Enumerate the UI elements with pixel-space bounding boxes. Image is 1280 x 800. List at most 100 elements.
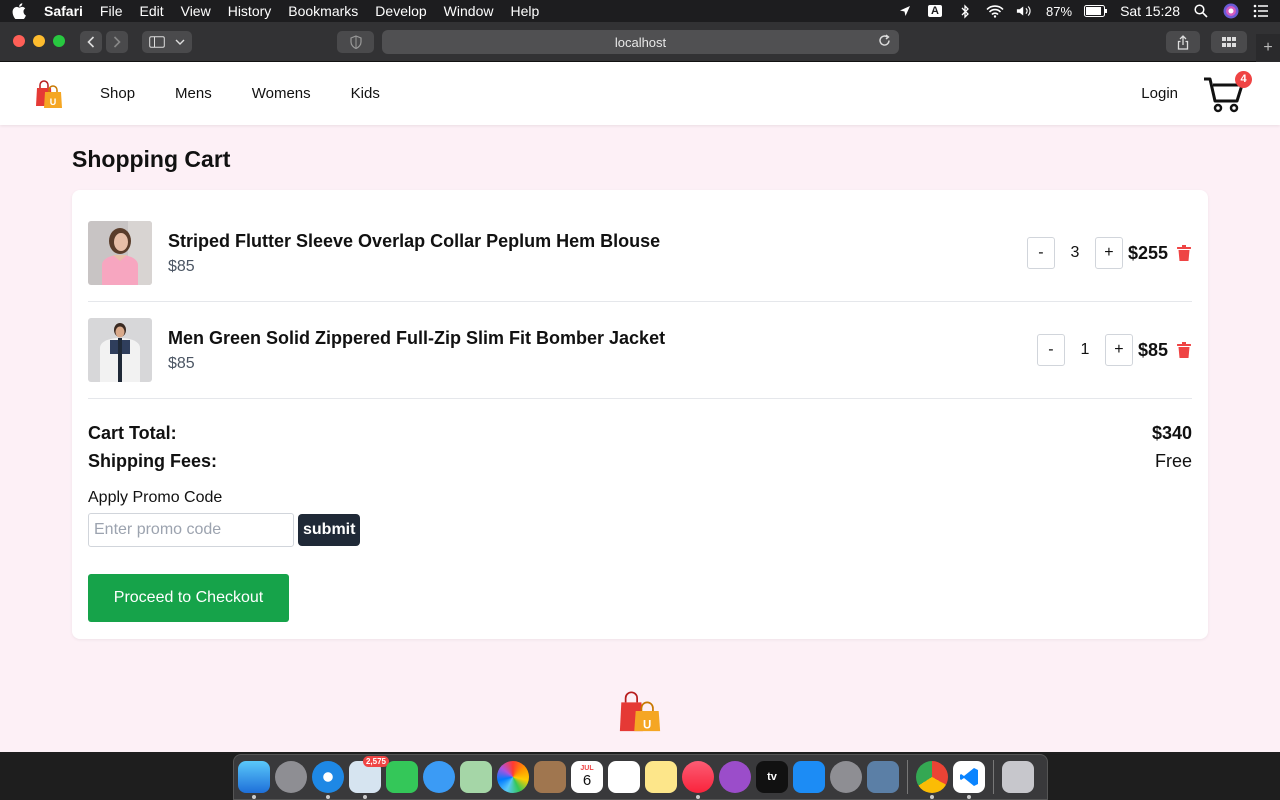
menu-history[interactable]: History bbox=[228, 3, 272, 19]
bluetooth-icon[interactable] bbox=[956, 3, 974, 19]
quantity-stepper: - 1 + bbox=[1036, 334, 1133, 366]
forward-button[interactable] bbox=[106, 31, 128, 53]
cart-count-badge: 4 bbox=[1235, 70, 1252, 88]
logo-letter: U bbox=[50, 97, 57, 107]
vscode-icon[interactable] bbox=[953, 761, 985, 799]
nav-link-shop[interactable]: Shop bbox=[100, 85, 135, 102]
increase-quantity-button[interactable]: + bbox=[1094, 237, 1123, 269]
system-preferences-icon[interactable] bbox=[830, 761, 862, 793]
product-unit-price: $85 bbox=[168, 257, 195, 275]
menu-app-name[interactable]: Safari bbox=[44, 3, 83, 19]
shopping-bags-logo-icon: U bbox=[36, 79, 62, 108]
calendar-icon[interactable]: JUL 6 bbox=[571, 761, 603, 793]
nav-link-kids[interactable]: Kids bbox=[351, 85, 380, 102]
messages-icon[interactable] bbox=[423, 761, 455, 793]
sidebar-toggle-button[interactable] bbox=[142, 31, 192, 53]
product-name[interactable]: Striped Flutter Sleeve Overlap Collar Pe… bbox=[168, 231, 1027, 252]
apple-tv-icon[interactable]: tv bbox=[756, 761, 788, 793]
tab-overview-button[interactable] bbox=[1211, 31, 1247, 53]
back-button[interactable] bbox=[80, 31, 102, 53]
menu-develop[interactable]: Develop bbox=[375, 3, 426, 19]
increase-quantity-button[interactable]: + bbox=[1104, 334, 1133, 366]
spotlight-search-icon[interactable] bbox=[1192, 3, 1210, 19]
apple-icon[interactable] bbox=[10, 3, 28, 19]
mail-badge: 2,575 bbox=[362, 756, 389, 767]
battery-icon[interactable] bbox=[1084, 3, 1108, 19]
shield-icon bbox=[349, 35, 362, 49]
menu-window[interactable]: Window bbox=[444, 3, 494, 19]
promo-submit-button[interactable]: submit bbox=[298, 514, 361, 546]
macos-dock: 2,575 JUL 6 tv bbox=[233, 754, 1048, 800]
app-store-icon[interactable] bbox=[793, 761, 825, 793]
finder-icon[interactable] bbox=[238, 761, 270, 799]
location-icon[interactable] bbox=[896, 3, 914, 19]
reload-icon[interactable] bbox=[878, 34, 891, 50]
window-close-button[interactable] bbox=[13, 35, 25, 47]
safari-toolbar: localhost + bbox=[0, 22, 1280, 62]
input-source-letter: A bbox=[928, 5, 942, 17]
site-navbar: U Shop Mens Womens Kids Login 4 bbox=[0, 62, 1280, 125]
preview-icon[interactable] bbox=[867, 761, 899, 793]
promo-code-input[interactable] bbox=[88, 513, 294, 547]
mail-icon[interactable]: 2,575 bbox=[349, 756, 389, 799]
music-icon[interactable] bbox=[682, 761, 714, 799]
cart-item: Striped Flutter Sleeve Overlap Collar Pe… bbox=[88, 205, 1192, 302]
new-tab-button[interactable]: + bbox=[1256, 34, 1280, 62]
grid-icon bbox=[1222, 37, 1236, 47]
trash-icon[interactable] bbox=[1176, 341, 1192, 359]
product-name[interactable]: Men Green Solid Zippered Full-Zip Slim F… bbox=[168, 328, 1037, 349]
menu-file[interactable]: File bbox=[100, 3, 123, 19]
shopping-bags-logo-icon: U bbox=[619, 691, 661, 731]
menu-bookmarks[interactable]: Bookmarks bbox=[288, 3, 358, 19]
dock-separator bbox=[993, 760, 994, 794]
privacy-report-button[interactable] bbox=[337, 31, 374, 53]
checkout-button[interactable]: Proceed to Checkout bbox=[88, 574, 289, 622]
footer-logo[interactable]: U bbox=[617, 688, 663, 734]
login-link[interactable]: Login bbox=[1141, 85, 1178, 102]
podcasts-icon[interactable] bbox=[719, 761, 751, 793]
share-icon bbox=[1177, 34, 1189, 50]
menubar-clock[interactable]: Sat 15:28 bbox=[1120, 3, 1180, 19]
trash-bin-icon[interactable] bbox=[1002, 761, 1034, 793]
chrome-icon[interactable] bbox=[916, 761, 948, 799]
cart-total-label: Cart Total: bbox=[88, 422, 177, 443]
contacts-icon[interactable] bbox=[534, 761, 566, 793]
chevron-left-icon bbox=[87, 36, 95, 48]
volume-icon[interactable] bbox=[1016, 3, 1034, 19]
facetime-icon[interactable] bbox=[386, 761, 418, 793]
maps-icon[interactable] bbox=[460, 761, 492, 793]
quantity-stepper: - 3 + bbox=[1026, 237, 1123, 269]
reminders-icon[interactable] bbox=[608, 761, 640, 793]
cart-total-value: $340 bbox=[1151, 422, 1192, 443]
blouse-product-icon bbox=[88, 221, 152, 285]
address-bar[interactable]: localhost bbox=[382, 30, 899, 54]
launchpad-icon[interactable] bbox=[275, 761, 307, 793]
menu-help[interactable]: Help bbox=[510, 3, 539, 19]
shipping-fees-label: Shipping Fees: bbox=[88, 450, 218, 471]
photos-icon[interactable] bbox=[497, 761, 529, 793]
control-center-icon[interactable] bbox=[1252, 3, 1270, 19]
siri-icon[interactable] bbox=[1222, 3, 1240, 19]
notes-icon[interactable] bbox=[645, 761, 677, 793]
decrease-quantity-button[interactable]: - bbox=[1026, 237, 1055, 269]
nav-link-womens[interactable]: Womens bbox=[252, 85, 311, 102]
share-button[interactable] bbox=[1166, 31, 1200, 53]
menu-view[interactable]: View bbox=[181, 3, 211, 19]
cart-button[interactable]: 4 bbox=[1202, 70, 1252, 114]
cart-card: Striped Flutter Sleeve Overlap Collar Pe… bbox=[72, 190, 1208, 639]
safari-icon[interactable] bbox=[312, 761, 344, 799]
cart-item: Men Green Solid Zippered Full-Zip Slim F… bbox=[88, 302, 1192, 399]
menu-edit[interactable]: Edit bbox=[139, 3, 163, 19]
product-image[interactable] bbox=[88, 221, 152, 285]
wifi-icon[interactable] bbox=[986, 3, 1004, 19]
macos-menubar: Safari File Edit View History Bookmarks … bbox=[0, 0, 1280, 22]
line-total: $85 bbox=[1137, 339, 1168, 360]
decrease-quantity-button[interactable]: - bbox=[1036, 334, 1065, 366]
trash-icon[interactable] bbox=[1176, 244, 1192, 262]
window-zoom-button[interactable] bbox=[53, 35, 65, 47]
product-image[interactable] bbox=[88, 318, 152, 382]
shop-logo[interactable]: U bbox=[32, 78, 64, 110]
input-source-icon[interactable]: A bbox=[926, 3, 944, 19]
window-minimize-button[interactable] bbox=[33, 35, 45, 47]
nav-link-mens[interactable]: Mens bbox=[175, 85, 212, 102]
